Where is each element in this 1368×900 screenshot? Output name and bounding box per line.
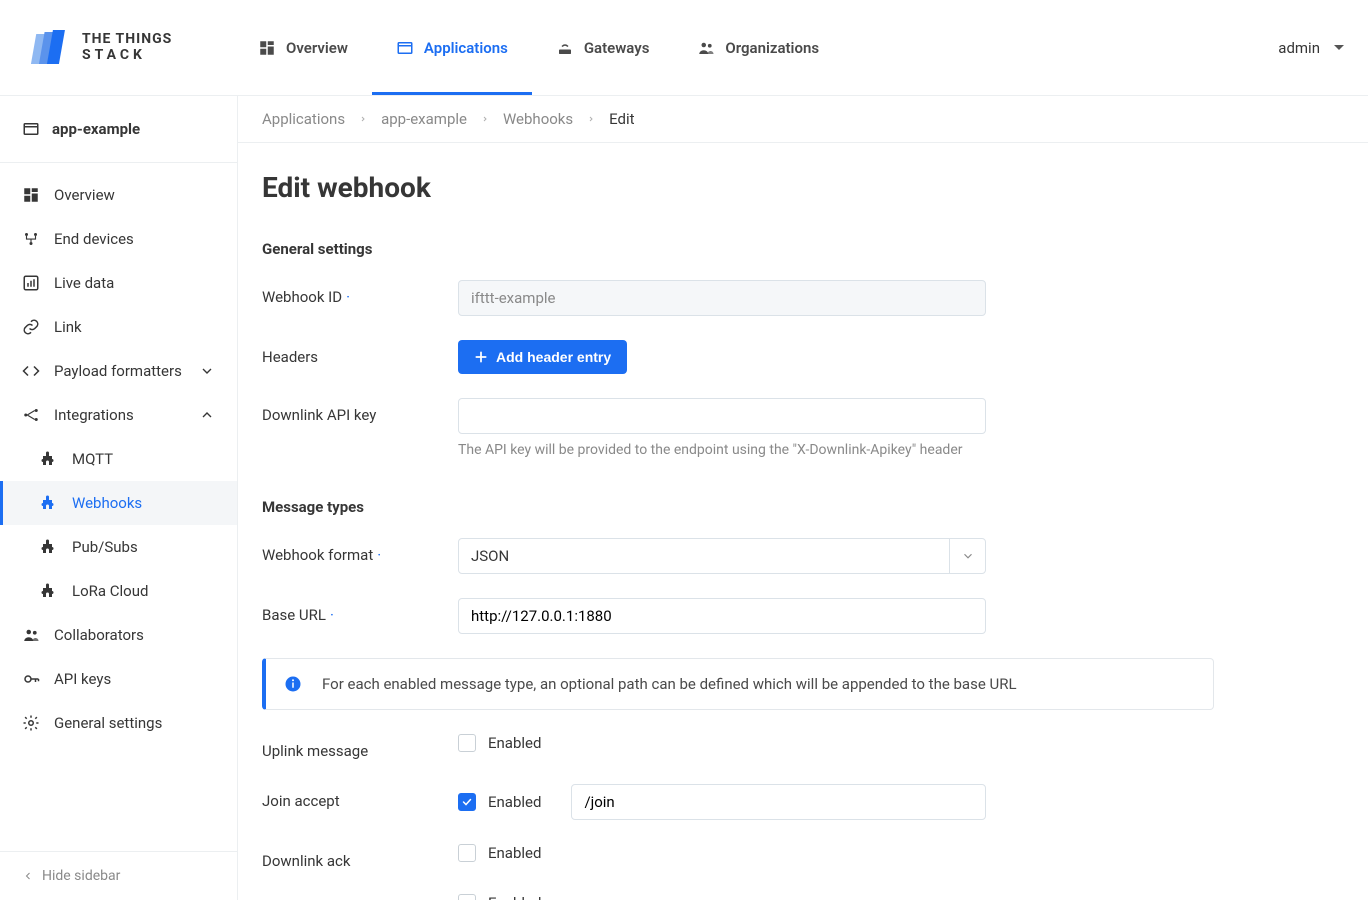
info-box: For each enabled message type, an option… <box>262 658 1214 710</box>
puzzle-icon <box>40 494 58 512</box>
label-downlink-ack: Downlink ack <box>262 844 458 870</box>
breadcrumb-edit: Edit <box>609 110 634 128</box>
sidebar-item-api-keys[interactable]: API keys <box>0 657 237 701</box>
brand-text: THE THINGS STACK <box>82 32 172 63</box>
sidebar-item-pubsubs[interactable]: Pub/Subs <box>0 525 237 569</box>
section-general: General settings <box>262 240 1214 258</box>
help-downlink-api-key: The API key will be provided to the endp… <box>458 442 986 458</box>
check-icon <box>461 796 473 808</box>
breadcrumb-app[interactable]: app-example <box>381 110 467 128</box>
sidebar-app-title[interactable]: app-example <box>0 96 237 163</box>
hide-sidebar-button[interactable]: Hide sidebar <box>0 851 237 900</box>
sidebar-item-end-devices[interactable]: End devices <box>0 217 237 261</box>
webhook-format-select[interactable]: JSON <box>458 538 986 574</box>
sidebar-item-live-data[interactable]: Live data <box>0 261 237 305</box>
nav-overview[interactable]: Overview <box>234 0 372 95</box>
sidebar-item-mqtt[interactable]: MQTT <box>0 437 237 481</box>
downlink-ack-checkbox[interactable] <box>458 844 476 862</box>
downlink-api-key-field[interactable] <box>458 398 986 434</box>
chevron-left-icon <box>22 870 34 882</box>
sidebar-item-link[interactable]: Link <box>0 305 237 349</box>
puzzle-icon <box>40 538 58 556</box>
base-url-field[interactable] <box>458 598 986 634</box>
join-accept-path-field[interactable] <box>571 784 986 820</box>
brand-logo[interactable]: THE THINGS STACK <box>24 24 234 72</box>
nav-gateways[interactable]: Gateways <box>532 0 674 95</box>
link-icon <box>22 318 40 336</box>
app-header: THE THINGS STACK Overview Applications G… <box>0 0 1368 96</box>
join-enabled-label: Enabled <box>488 793 541 811</box>
label-downlink-nack: Downlink Nack <box>262 894 458 900</box>
sidebar-item-general-settings[interactable]: General settings <box>0 701 237 745</box>
nav-applications[interactable]: Applications <box>372 0 532 95</box>
chevron-down-icon <box>961 549 975 563</box>
chevron-right-icon <box>481 113 489 125</box>
info-icon <box>284 675 302 693</box>
label-uplink-message: Uplink message <box>262 734 458 760</box>
sidebar: app-example Overview End devices Live da… <box>0 96 238 900</box>
breadcrumb-webhooks[interactable]: Webhooks <box>503 110 573 128</box>
label-webhook-id: Webhook ID· <box>262 280 458 306</box>
dashboard-icon <box>22 186 40 204</box>
chart-icon <box>22 274 40 292</box>
label-headers: Headers <box>262 340 458 366</box>
puzzle-icon <box>40 582 58 600</box>
user-menu[interactable]: admin <box>1278 39 1344 57</box>
label-downlink-api-key: Downlink API key <box>262 398 458 424</box>
chevron-down-icon <box>1334 45 1344 50</box>
chevron-right-icon <box>587 113 595 125</box>
application-icon <box>22 120 40 138</box>
chevron-right-icon <box>359 113 367 125</box>
plus-icon <box>474 350 488 364</box>
breadcrumbs: Applications app-example Webhooks Edit <box>238 96 1368 143</box>
sidebar-item-collaborators[interactable]: Collaborators <box>0 613 237 657</box>
add-header-button[interactable]: Add header entry <box>458 340 627 374</box>
chevron-down-icon <box>199 363 215 379</box>
downlink-nack-checkbox[interactable] <box>458 894 476 900</box>
application-icon <box>396 39 414 57</box>
sidebar-item-overview[interactable]: Overview <box>0 173 237 217</box>
join-accept-checkbox[interactable] <box>458 793 476 811</box>
webhook-id-field <box>458 280 986 316</box>
sidebar-item-payload-formatters[interactable]: Payload formatters <box>0 349 237 393</box>
breadcrumb-applications[interactable]: Applications <box>262 110 345 128</box>
uplink-enabled-label: Enabled <box>488 734 541 752</box>
label-base-url: Base URL· <box>262 598 458 624</box>
page-title: Edit webhook <box>262 171 1214 204</box>
people-icon <box>22 626 40 644</box>
main-content: Applications app-example Webhooks Edit E… <box>238 96 1368 900</box>
sidebar-item-lora-cloud[interactable]: LoRa Cloud <box>0 569 237 613</box>
sidebar-item-integrations[interactable]: Integrations <box>0 393 237 437</box>
label-join-accept: Join accept <box>262 784 458 810</box>
sidebar-item-webhooks[interactable]: Webhooks <box>0 481 237 525</box>
puzzle-icon <box>40 450 58 468</box>
gear-icon <box>22 714 40 732</box>
devices-icon <box>22 230 40 248</box>
key-icon <box>22 670 40 688</box>
logo-icon <box>24 24 72 72</box>
organizations-icon <box>697 39 715 57</box>
gateway-icon <box>556 39 574 57</box>
downlink-ack-enabled-label: Enabled <box>488 844 541 862</box>
chevron-up-icon <box>199 407 215 423</box>
integrations-icon <box>22 406 40 424</box>
uplink-message-checkbox[interactable] <box>458 734 476 752</box>
label-webhook-format: Webhook format· <box>262 538 458 564</box>
section-message-types: Message types <box>262 498 1214 516</box>
downlink-nack-enabled-label: Enabled <box>488 894 541 900</box>
dashboard-icon <box>258 39 276 57</box>
code-icon <box>22 362 40 380</box>
nav-organizations[interactable]: Organizations <box>673 0 843 95</box>
top-nav: Overview Applications Gateways Organizat… <box>234 0 843 95</box>
